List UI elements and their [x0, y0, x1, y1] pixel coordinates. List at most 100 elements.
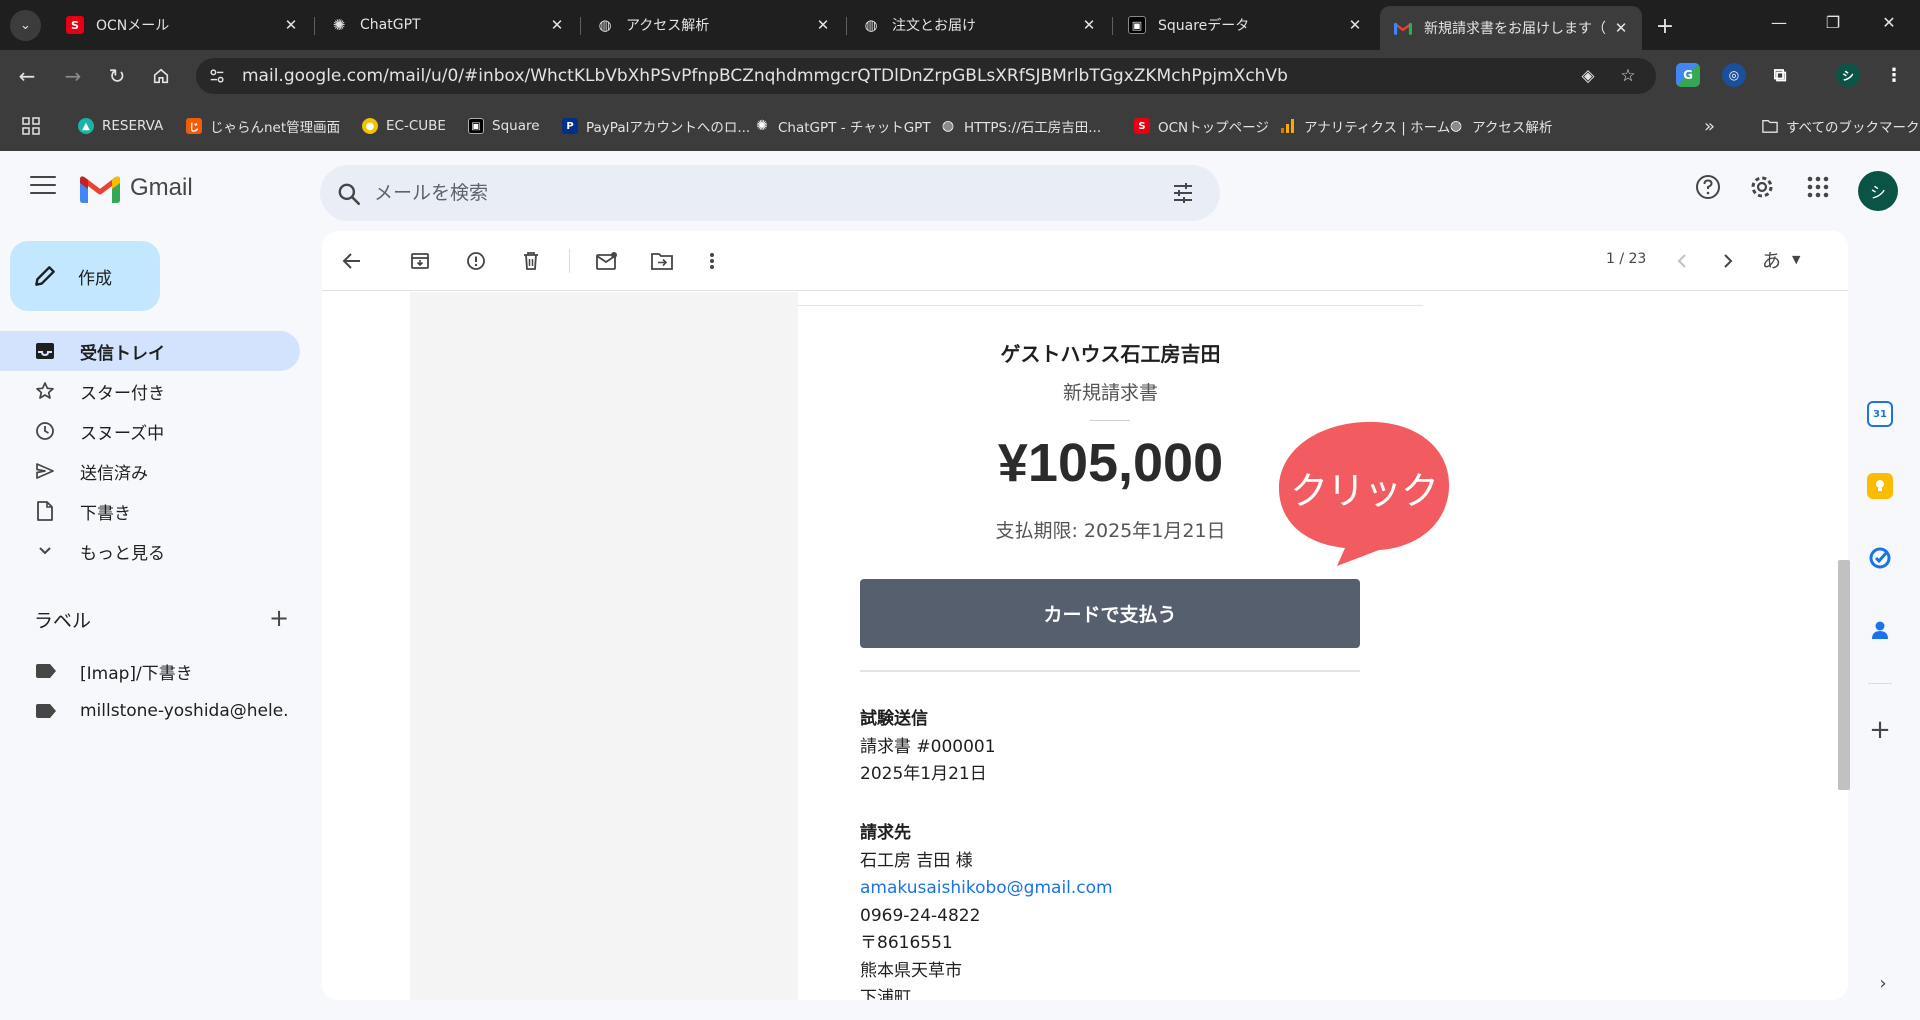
help-icon[interactable] — [1694, 173, 1722, 201]
tab-square-data[interactable]: ▣ Squareデータ ✕ — [1114, 8, 1376, 42]
close-icon[interactable]: ✕ — [1344, 14, 1366, 36]
tab-search-button[interactable]: ⌄ — [10, 10, 41, 41]
search-input[interactable] — [374, 165, 1154, 221]
reload-button[interactable]: ↻ — [102, 61, 132, 91]
bookmark-chatgpt[interactable]: ✺ ChatGPT - チャットGPT — [754, 116, 930, 136]
chevron-right-icon[interactable]: › — [1872, 972, 1894, 994]
label-tag-icon — [36, 664, 56, 678]
google-extension-icon[interactable]: G — [1676, 63, 1700, 87]
bookmark-star-icon[interactable]: ☆ — [1616, 64, 1640, 88]
tab-orders[interactable]: ◍ 注文とお届け ✕ — [848, 8, 1110, 42]
search-icon[interactable] — [336, 181, 362, 207]
site-info-icon[interactable] — [206, 65, 228, 87]
bill-to-email-link[interactable]: amakusaishikobo@gmail.com — [860, 875, 1360, 903]
search-bar[interactable] — [320, 165, 1220, 221]
get-addons-button[interactable]: + — [1867, 715, 1893, 745]
calendar-icon[interactable]: 31 — [1867, 401, 1893, 427]
bookmark-label: RESERVA — [102, 118, 164, 134]
google-apps-icon[interactable] — [1804, 173, 1832, 201]
home-icon[interactable] — [146, 61, 176, 91]
compose-button[interactable]: 作成 — [10, 241, 160, 311]
archive-icon[interactable] — [408, 249, 432, 273]
report-spam-icon[interactable] — [464, 249, 488, 273]
back-arrow-icon[interactable] — [340, 249, 364, 273]
restore-button[interactable]: ❐ — [1806, 0, 1860, 44]
paypal-favicon: P — [562, 118, 578, 134]
puzzle-icon[interactable]: ⧉ — [1768, 63, 1792, 87]
bill-to-postal: 〒8616551 — [860, 933, 953, 953]
sidebar-item-sent[interactable]: 送信済み — [0, 451, 300, 491]
bookmark-label: Square — [492, 118, 540, 134]
main-menu-icon[interactable] — [30, 176, 56, 196]
caret-down-icon[interactable]: ▼ — [1792, 253, 1800, 266]
sidebar-item-drafts[interactable]: 下書き — [0, 491, 300, 531]
ocn-favicon: S — [1134, 118, 1150, 134]
tab-ocn-mail[interactable]: S OCNメール ✕ — [52, 8, 312, 42]
mark-unread-icon[interactable] — [595, 249, 619, 273]
add-label-button[interactable]: + — [268, 604, 290, 632]
bookmark-eccube[interactable]: ● EC-CUBE — [362, 116, 446, 136]
bookmark-label: アナリティクス | ホーム — [1304, 120, 1451, 136]
bookmark-paypal[interactable]: P PayPalアカウントへのロ... — [562, 116, 750, 136]
tab-gmail-invoice[interactable]: 新規請求書をお届けします（ ✕ — [1380, 6, 1642, 50]
sidebar-item-inbox[interactable]: 受信トレイ — [0, 331, 300, 371]
label-imap-drafts[interactable]: [Imap]/下書き — [0, 651, 300, 691]
chatgpt-favicon: ✺ — [332, 16, 346, 34]
bookmark-reserva[interactable]: ▲ RESERVA — [78, 116, 163, 136]
sidebar-item-more[interactable]: もっと見る — [0, 531, 300, 571]
close-icon[interactable]: ✕ — [1610, 17, 1632, 39]
forward-button[interactable]: → — [58, 61, 88, 91]
bookmark-ishikobo[interactable]: ◍ HTTPS://石工房吉田... — [940, 116, 1101, 136]
back-button[interactable]: ← — [12, 61, 42, 91]
account-avatar[interactable]: シ — [1858, 171, 1898, 211]
bookmark-access[interactable]: ◍ アクセス解析 — [1448, 116, 1552, 136]
page-counter: 1 / 23 — [1606, 251, 1647, 267]
all-bookmarks[interactable]: すべてのブックマーク — [1762, 116, 1920, 136]
browser-menu-icon[interactable]: ⋮ — [1882, 63, 1906, 87]
chevron-left-icon[interactable] — [1670, 249, 1694, 273]
close-window-button[interactable]: ✕ — [1862, 0, 1916, 44]
bookmark-ocn-top[interactable]: S OCNトップページ — [1134, 116, 1269, 136]
draft-icon — [34, 500, 56, 522]
bookmark-analytics[interactable]: アナリティクス | ホーム — [1280, 116, 1450, 136]
close-icon[interactable]: ✕ — [280, 14, 302, 36]
more-vert-icon[interactable] — [700, 249, 724, 273]
label-millstone[interactable]: millstone-yoshida@hele... — [0, 691, 300, 731]
close-icon[interactable]: ✕ — [1078, 14, 1100, 36]
bookmark-jalan[interactable]: じじゃらんnet管理画面 — [186, 116, 340, 136]
ocn-favicon: S — [66, 16, 84, 34]
settings-gear-icon[interactable] — [1748, 173, 1776, 201]
lens-icon[interactable]: ◈ — [1576, 64, 1600, 88]
more-bookmarks-button[interactable]: » — [1704, 116, 1715, 137]
input-tools-button[interactable]: あ — [1762, 246, 1781, 273]
sidebar-item-snoozed[interactable]: スヌーズ中 — [0, 411, 300, 451]
bookmark-label: PayPalアカウントへのロ... — [586, 120, 751, 136]
side-panel-separator — [1868, 683, 1892, 684]
globe-icon: ◍ — [598, 16, 612, 34]
delete-icon[interactable] — [519, 249, 543, 273]
bill-to-heading: 請求先 — [860, 823, 911, 843]
scrollbar-thumb[interactable] — [1838, 560, 1850, 790]
contacts-icon[interactable] — [1867, 617, 1893, 643]
gmail-logo[interactable]: Gmail — [80, 173, 193, 203]
chevron-right-icon[interactable] — [1716, 249, 1740, 273]
extension-shield-icon[interactable]: ◎ — [1722, 63, 1746, 87]
bookmark-square[interactable]: ▣ Square — [468, 116, 540, 136]
address-bar[interactable]: mail.google.com/mail/u/0/#inbox/WhctKLbV… — [196, 58, 1656, 94]
bill-to-name: 石工房 吉田 様 — [860, 850, 973, 871]
search-options-icon[interactable] — [1170, 181, 1196, 205]
close-icon[interactable]: ✕ — [812, 14, 834, 36]
new-tab-button[interactable]: + — [1651, 12, 1679, 40]
minimize-button[interactable]: — — [1752, 0, 1806, 44]
sidebar-item-starred[interactable]: スター付き — [0, 371, 300, 411]
tasks-icon[interactable] — [1867, 545, 1893, 571]
apps-grid-icon[interactable] — [22, 116, 40, 136]
pay-by-card-button[interactable]: カードで支払う — [860, 579, 1360, 648]
keep-icon[interactable] — [1867, 473, 1893, 499]
tab-access-analysis[interactable]: ◍ アクセス解析 ✕ — [582, 8, 844, 42]
pencil-icon — [35, 266, 55, 286]
profile-avatar[interactable]: シ — [1836, 63, 1860, 87]
tab-chatgpt[interactable]: ✺ ChatGPT ✕ — [316, 8, 578, 42]
move-to-icon[interactable] — [650, 249, 674, 273]
close-icon[interactable]: ✕ — [546, 14, 568, 36]
